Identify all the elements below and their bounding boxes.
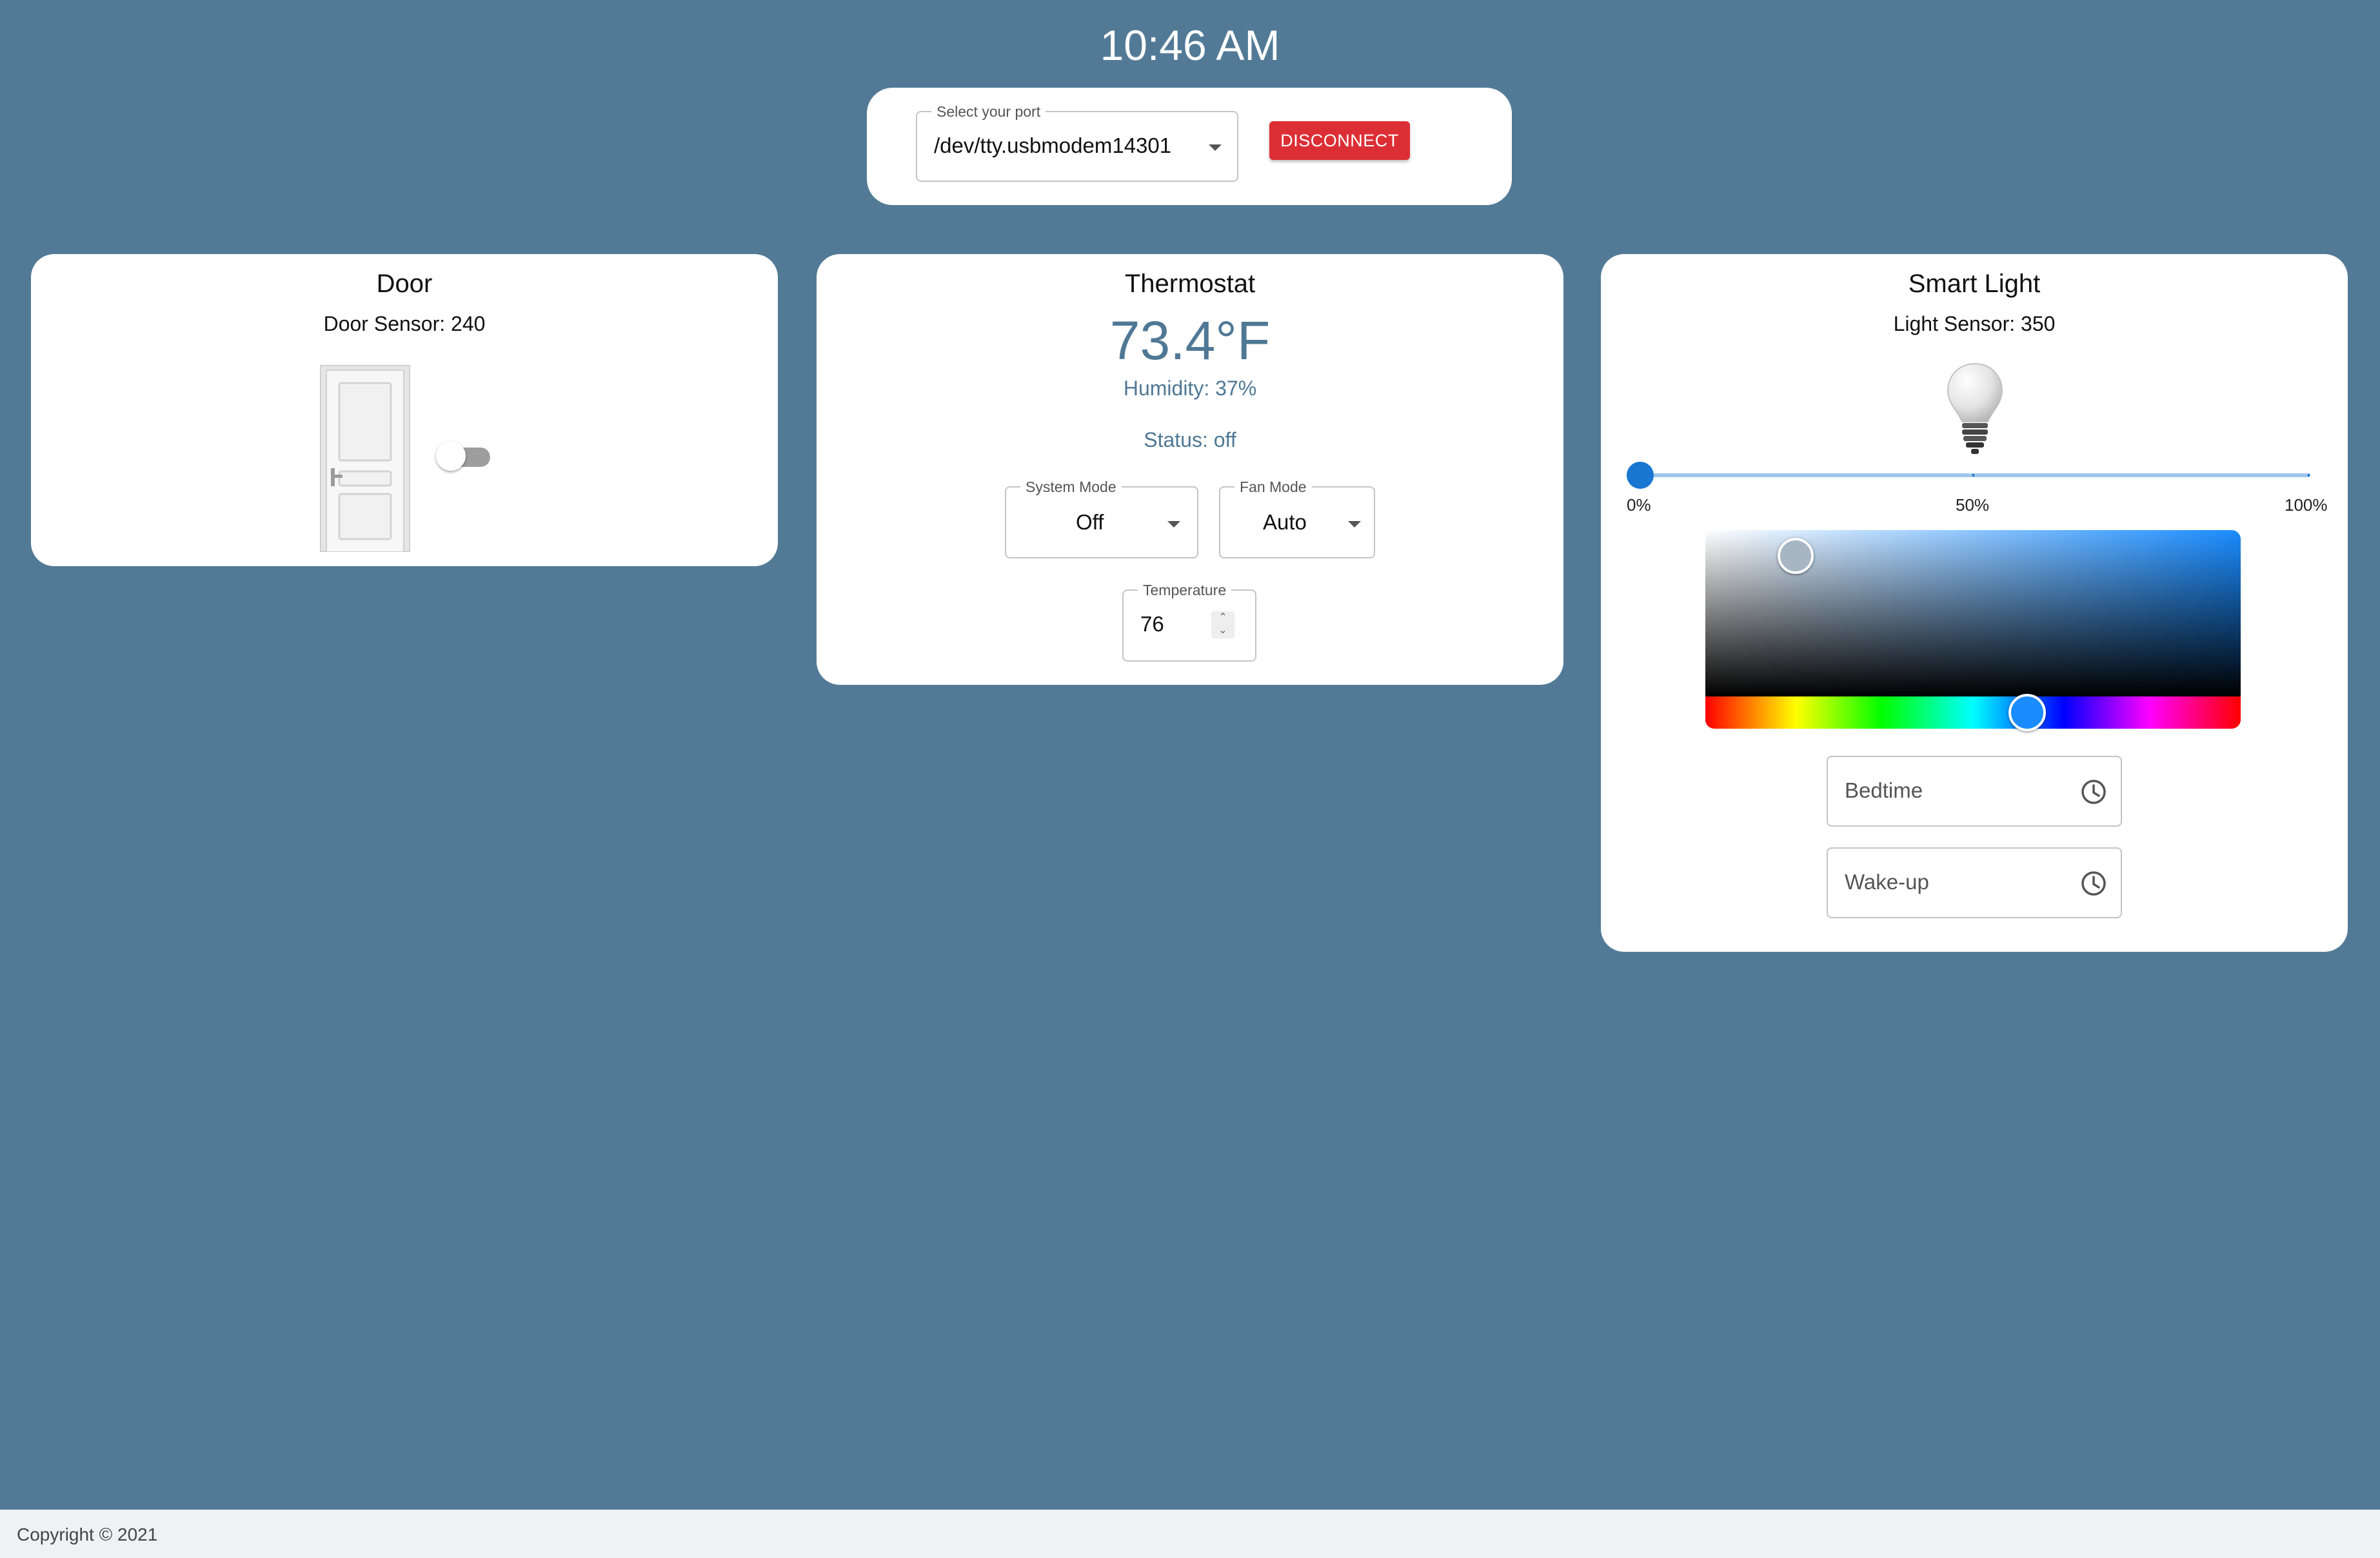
door-image <box>320 365 410 552</box>
light-sensor-reading: Light Sensor: 350 <box>1893 312 2056 335</box>
fan-mode-select[interactable]: Fan Mode Auto <box>1219 478 1375 558</box>
brightness-mark-50 <box>1972 474 1974 477</box>
chevron-down-icon <box>1167 521 1180 528</box>
brightness-slider-thumb[interactable] <box>1627 462 1654 489</box>
temperature-input-label: Temperature <box>1138 582 1232 598</box>
fan-mode-value: Auto <box>1263 510 1307 534</box>
thermostat-card: Thermostat 73.4°F Humidity: 37% Status: … <box>817 254 1563 685</box>
light-bulb-icon <box>1947 362 2003 454</box>
fan-mode-label: Fan Mode <box>1235 478 1312 495</box>
brightness-label-max: 100% <box>2285 495 2328 515</box>
port-select-value: /dev/tty.usbmodem14301 <box>934 133 1172 157</box>
thermostat-status: Status: off <box>1144 428 1236 451</box>
humidity-reading: Humidity: 37% <box>1123 377 1257 400</box>
port-select-label: Select your port <box>931 103 1046 120</box>
system-mode-value: Off <box>1076 510 1104 534</box>
door-card: Door Door Sensor: 240 <box>31 254 778 566</box>
bedtime-input[interactable]: Bedtime <box>1827 756 2122 827</box>
smart-light-card: Smart Light Light Sensor: 350 0% 50% 100… <box>1601 254 2348 952</box>
footer: Copyright © 2021 <box>0 1510 2380 1558</box>
system-mode-label: System Mode <box>1020 478 1122 495</box>
chevron-down-icon <box>1209 144 1222 151</box>
disconnect-button[interactable]: DISCONNECT <box>1269 121 1410 160</box>
saturation-picker-thumb[interactable] <box>1778 538 1814 574</box>
port-select[interactable]: Select your port /dev/tty.usbmodem14301 <box>916 103 1238 182</box>
smart-light-title: Smart Light <box>1908 270 2041 298</box>
brightness-mark-100 <box>2308 474 2310 477</box>
wakeup-input[interactable]: Wake-up <box>1827 847 2122 918</box>
chevron-down-icon <box>1348 521 1361 528</box>
system-mode-select[interactable]: System Mode Off <box>1005 478 1198 558</box>
current-temperature: 73.4°F <box>1109 310 1271 371</box>
temperature-input-value: 76 <box>1140 612 1164 636</box>
brightness-label-min: 0% <box>1627 495 1651 515</box>
brightness-label-mid: 50% <box>1956 495 1990 515</box>
clock-icon[interactable] <box>2079 778 2108 806</box>
brightness-slider-rail[interactable] <box>1640 473 2310 477</box>
door-title: Door <box>376 270 433 298</box>
door-sensor-reading: Door Sensor: 240 <box>323 312 486 335</box>
copyright-text: Copyright © 2021 <box>17 1524 158 1544</box>
wakeup-placeholder: Wake-up <box>1845 870 1929 894</box>
temperature-input[interactable]: Temperature 76 <box>1122 582 1256 662</box>
hue-slider-thumb[interactable] <box>2008 694 2046 731</box>
door-toggle-thumb[interactable] <box>436 441 466 471</box>
thermostat-title: Thermostat <box>1124 270 1256 298</box>
bedtime-placeholder: Bedtime <box>1845 778 1923 802</box>
hue-slider[interactable] <box>1705 696 2241 729</box>
clock-display: 10:46 AM <box>1100 21 1280 69</box>
temperature-stepper[interactable]: ⌃ ⌄ <box>1211 611 1235 638</box>
clock-icon[interactable] <box>2079 869 2108 898</box>
